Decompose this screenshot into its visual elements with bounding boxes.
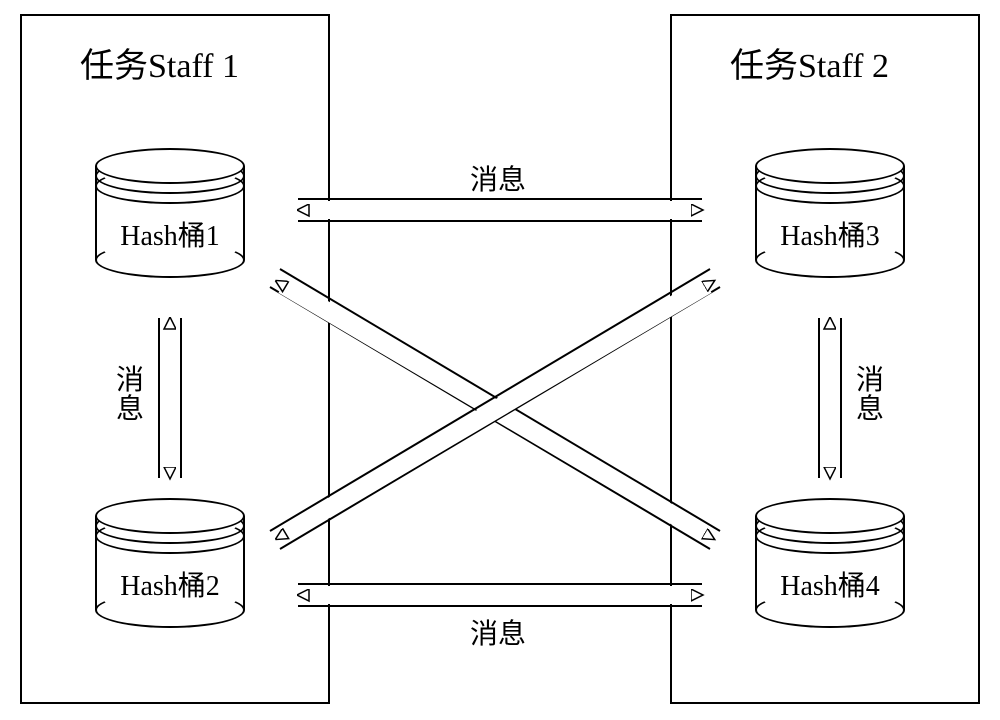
msg-label-left: 消息 bbox=[116, 366, 144, 425]
arrow-b2-b4 bbox=[298, 584, 702, 606]
msg-label-right: 消息 bbox=[856, 366, 884, 425]
staff-2-title: 任务Staff 2 bbox=[730, 38, 889, 87]
diagram-canvas: 任务Staff 1 任务Staff 2 Hash桶1 Hash桶2 Hash桶3 bbox=[0, 0, 1000, 720]
hash-bucket-3-label: Hash桶3 bbox=[755, 214, 905, 254]
hash-bucket-2: Hash桶2 bbox=[95, 498, 245, 628]
hash-bucket-2-label: Hash桶2 bbox=[95, 564, 245, 604]
hash-bucket-4-label: Hash桶4 bbox=[755, 564, 905, 604]
arrow-b1-b4 bbox=[270, 269, 720, 549]
staff-1-title: 任务Staff 1 bbox=[80, 38, 239, 87]
msg-label-bottom: 消息 bbox=[470, 612, 526, 652]
hash-bucket-1-label: Hash桶1 bbox=[95, 214, 245, 254]
hash-bucket-1: Hash桶1 bbox=[95, 148, 245, 278]
arrow-b2-b3 bbox=[270, 269, 720, 549]
hash-bucket-3: Hash桶3 bbox=[755, 148, 905, 278]
arrow-b1-b3 bbox=[298, 199, 702, 221]
msg-label-top: 消息 bbox=[470, 158, 526, 198]
hash-bucket-4: Hash桶4 bbox=[755, 498, 905, 628]
